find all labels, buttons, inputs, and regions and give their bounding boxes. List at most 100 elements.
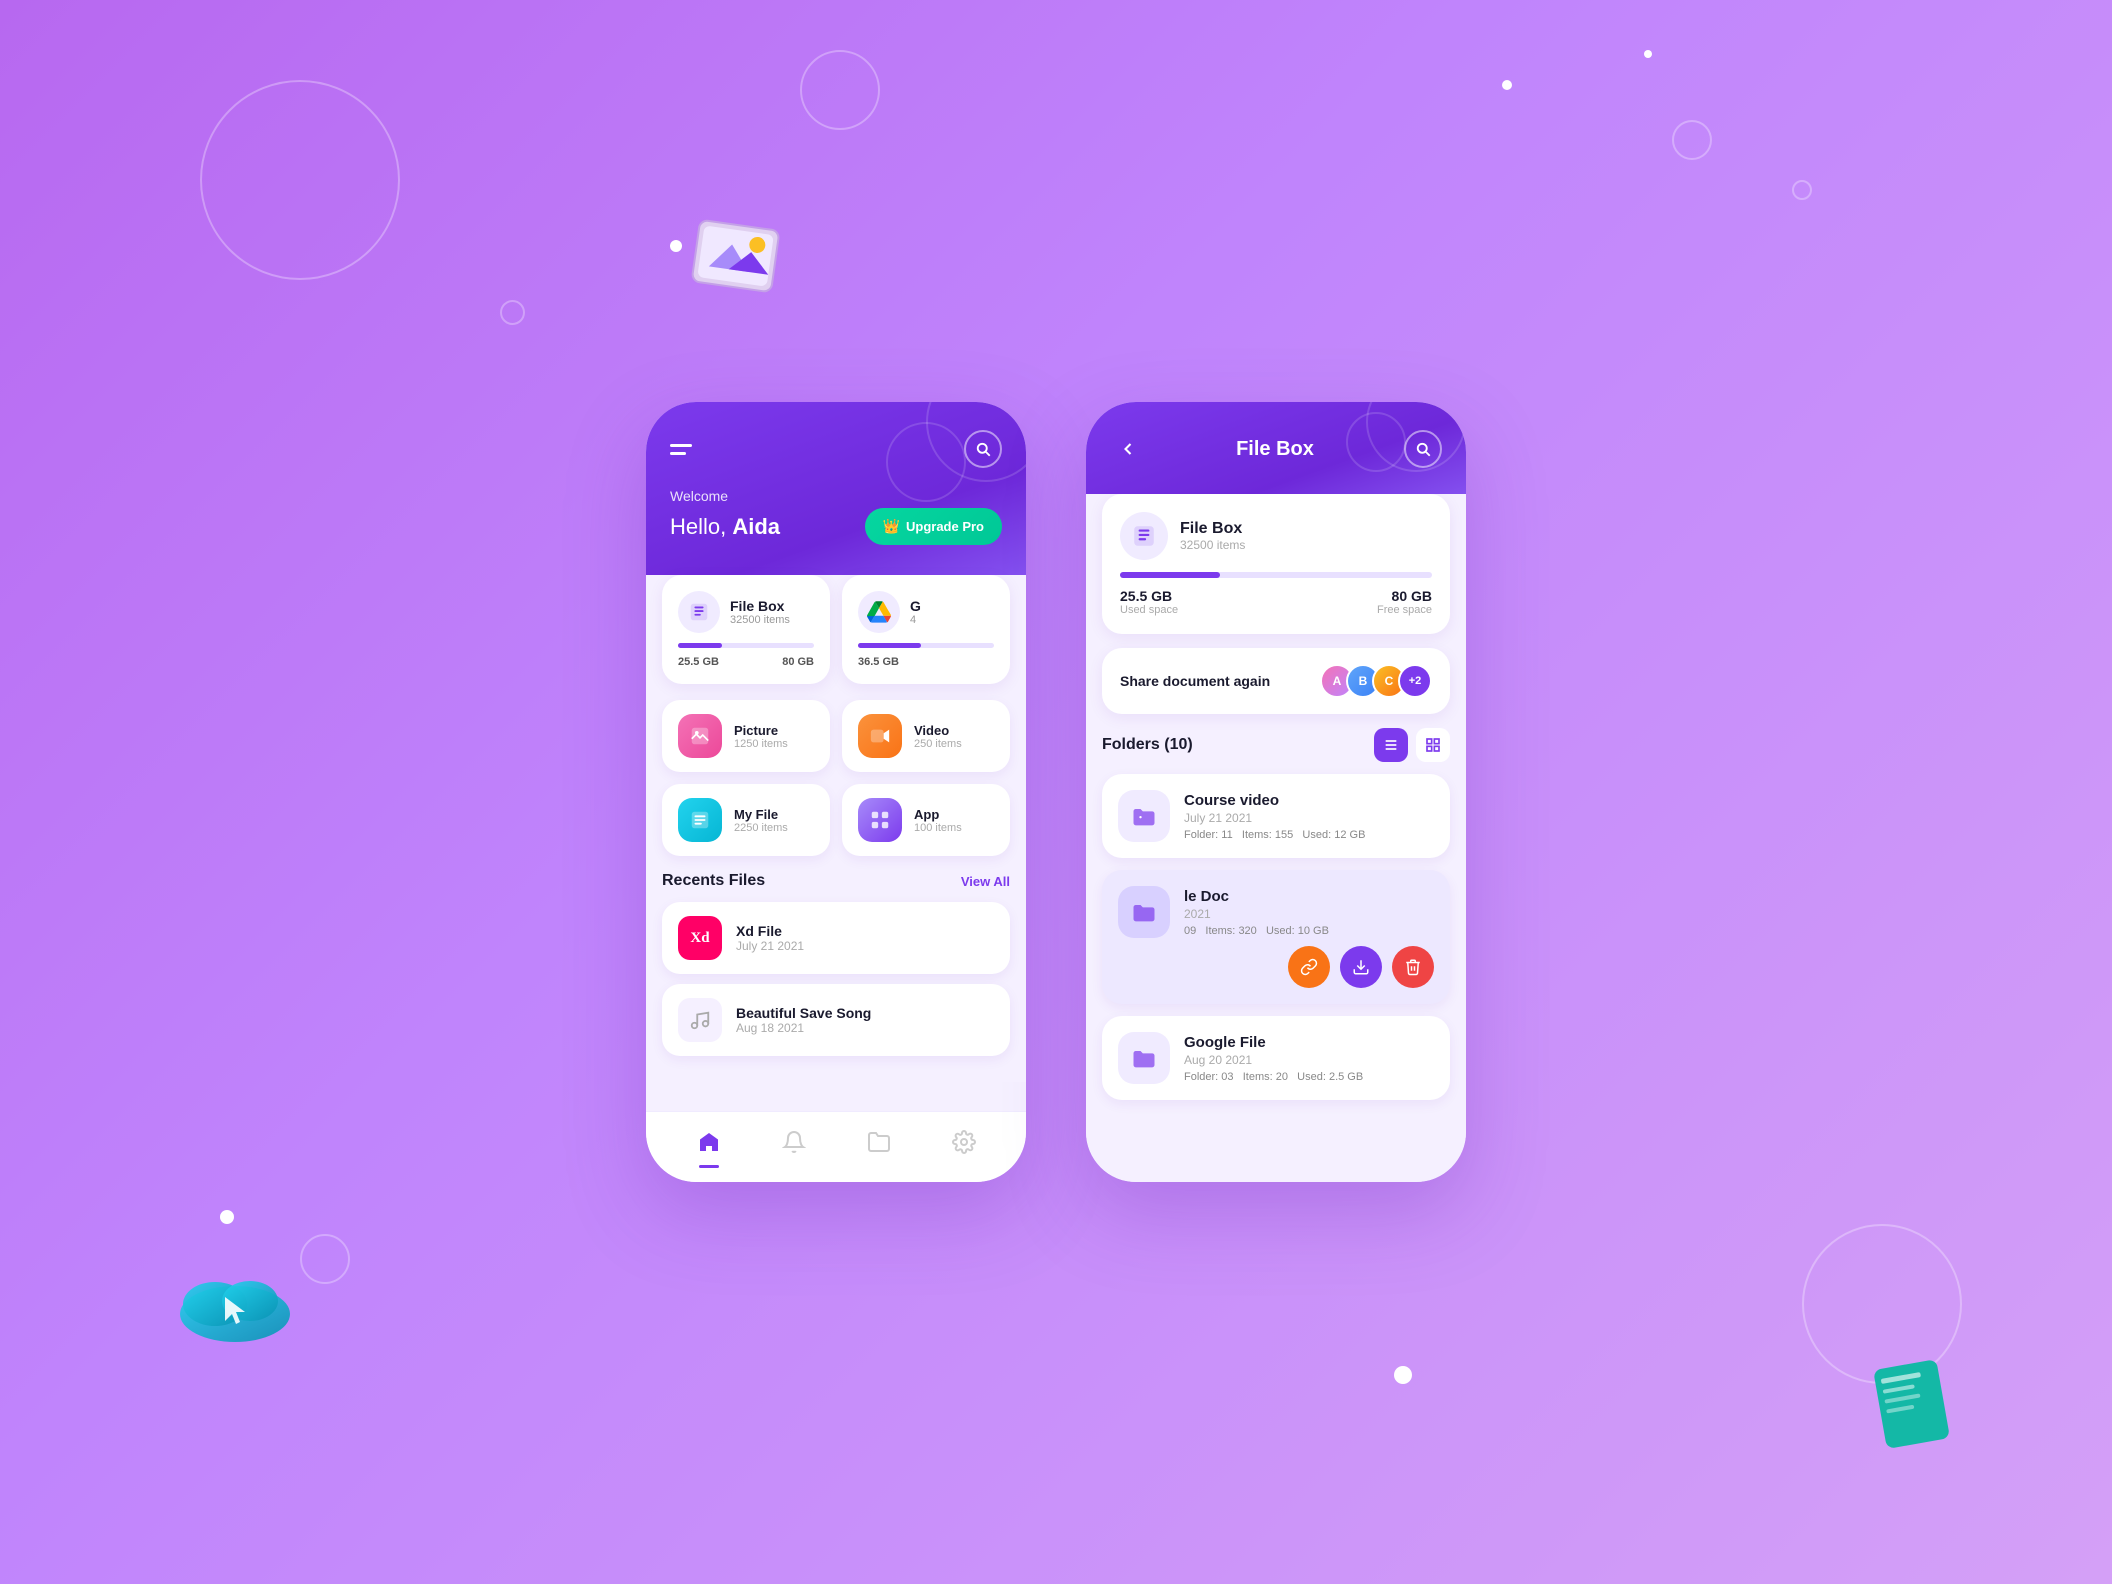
song-file-date: Aug 18 2021 bbox=[736, 1021, 871, 1035]
menu-icon[interactable] bbox=[670, 444, 692, 455]
home-icon bbox=[697, 1130, 721, 1160]
folder-1-name: Course video bbox=[1184, 792, 1365, 809]
folder-google-file-details: Google File Aug 20 2021 Folder: 03 Items… bbox=[1184, 1034, 1363, 1083]
page-title: File Box bbox=[1236, 438, 1314, 461]
phones-container: Welcome Hello, Aida 👑 Upgrade Pro bbox=[646, 402, 1466, 1182]
storage-bar-bg bbox=[678, 643, 814, 648]
filebox-name: File Box bbox=[1180, 520, 1245, 538]
category-myfile[interactable]: My File 2250 items bbox=[662, 784, 830, 856]
folder-icon-3 bbox=[1118, 1032, 1170, 1084]
myfile-info: My File 2250 items bbox=[734, 807, 788, 834]
avatars-row: A B C +2 bbox=[1328, 664, 1432, 698]
used-value: 25.5 GB bbox=[1120, 588, 1178, 604]
xd-file-name: Xd File bbox=[736, 923, 804, 939]
nav-settings[interactable] bbox=[940, 1126, 988, 1164]
left-phone-body: File Box 32500 items 25.5 GB 80 GB bbox=[646, 575, 1026, 1082]
filebox-storage-card[interactable]: File Box 32500 items 25.5 GB 80 GB bbox=[662, 575, 830, 684]
hello-row: Hello, Aida 👑 Upgrade Pro bbox=[670, 508, 1002, 545]
gdrive-icon bbox=[858, 591, 900, 633]
filebox-count: 32500 items bbox=[1180, 538, 1245, 552]
video-count: 250 items bbox=[914, 738, 962, 750]
gear-icon bbox=[952, 1130, 976, 1160]
category-video[interactable]: Video 250 items bbox=[842, 700, 1010, 772]
gdrive-sizes: 36.5 GB bbox=[858, 656, 994, 668]
folder-google-file-main: Google File Aug 20 2021 Folder: 03 Items… bbox=[1118, 1032, 1434, 1084]
list-view-toggle[interactable] bbox=[1374, 728, 1408, 762]
video-icon bbox=[858, 714, 902, 758]
used-gb: 25.5 GB bbox=[678, 656, 719, 668]
avatar-extra-count: +2 bbox=[1398, 664, 1432, 698]
gdrive-bar-bg bbox=[858, 643, 994, 648]
filebox-text: File Box 32500 items bbox=[1180, 520, 1245, 552]
share-text: Share document again bbox=[1120, 673, 1270, 689]
image-decoration bbox=[685, 214, 785, 306]
filebox-icon-wrap bbox=[1120, 512, 1168, 560]
delete-action-button[interactable] bbox=[1392, 946, 1434, 988]
category-grid: Picture 1250 items Video 250 items bbox=[662, 700, 1010, 856]
crown-icon: 👑 bbox=[883, 518, 900, 535]
folder-course-video-details: Course video July 21 2021 Folder: 11 Ite… bbox=[1184, 792, 1365, 841]
app-count: 100 items bbox=[914, 822, 962, 834]
recent-file-xd[interactable]: Xd Xd File July 21 2021 bbox=[662, 902, 1010, 974]
nav-home[interactable] bbox=[685, 1126, 733, 1164]
folders-title: Folders (10) bbox=[1102, 736, 1193, 754]
download-action-button[interactable] bbox=[1340, 946, 1382, 988]
bottom-nav bbox=[646, 1111, 1026, 1182]
nav-files[interactable] bbox=[855, 1126, 903, 1164]
app-name: App bbox=[914, 807, 962, 822]
folder-le-doc-details: le Doc 2021 09 Items: 320 Used: 10 GB bbox=[1184, 888, 1329, 937]
filebox-sizes: 25.5 GB Used space 80 GB Free space bbox=[1120, 588, 1432, 616]
category-picture[interactable]: Picture 1250 items bbox=[662, 700, 830, 772]
nav-notifications[interactable] bbox=[770, 1126, 818, 1164]
music-file-icon bbox=[678, 998, 722, 1042]
folder-2-name: le Doc bbox=[1184, 888, 1329, 905]
recents-title: Recents Files bbox=[662, 872, 765, 890]
filebox-card[interactable]: File Box 32500 items 25.5 GB Used space … bbox=[1102, 494, 1450, 634]
hello-name: Hello, Aida bbox=[670, 514, 780, 540]
folder-1-date: July 21 2021 bbox=[1184, 811, 1365, 825]
gdrive-used: 36.5 GB bbox=[858, 656, 899, 668]
folder-google-file[interactable]: Google File Aug 20 2021 Folder: 03 Items… bbox=[1102, 1016, 1450, 1100]
header-top-row bbox=[670, 430, 1002, 468]
upgrade-button[interactable]: 👑 Upgrade Pro bbox=[865, 508, 1002, 545]
recent-file-song[interactable]: Beautiful Save Song Aug 18 2021 bbox=[662, 984, 1010, 1056]
filebox-bar-bg bbox=[1120, 572, 1432, 578]
folder-actions bbox=[1118, 946, 1434, 988]
grid-view-toggle[interactable] bbox=[1416, 728, 1450, 762]
folder-3-meta: Folder: 03 Items: 20 Used: 2.5 GB bbox=[1184, 1071, 1363, 1083]
bell-icon bbox=[782, 1130, 806, 1160]
search-button[interactable] bbox=[964, 430, 1002, 468]
song-file-info: Beautiful Save Song Aug 18 2021 bbox=[736, 1005, 871, 1035]
storage-sizes: 25.5 GB 80 GB bbox=[678, 656, 814, 668]
view-all-link[interactable]: View All bbox=[961, 874, 1010, 889]
share-card[interactable]: Share document again A B C +2 bbox=[1102, 648, 1450, 714]
gdrive-subtitle: 4 bbox=[910, 614, 921, 626]
folder-3-name: Google File bbox=[1184, 1034, 1363, 1051]
xd-file-date: July 21 2021 bbox=[736, 939, 804, 953]
view-toggle bbox=[1374, 728, 1450, 762]
gdrive-storage-card[interactable]: G 4 36.5 GB bbox=[842, 575, 1010, 684]
storage-info: File Box 32500 items bbox=[730, 598, 790, 626]
filebox-card-header: File Box 32500 items bbox=[1120, 512, 1432, 560]
gdrive-title: G bbox=[910, 598, 921, 614]
category-app[interactable]: App 100 items bbox=[842, 784, 1010, 856]
right-search-button[interactable] bbox=[1404, 430, 1442, 468]
gdrive-info: G 4 bbox=[910, 598, 921, 626]
back-button[interactable] bbox=[1110, 431, 1146, 467]
picture-name: Picture bbox=[734, 723, 788, 738]
folder-course-video[interactable]: Course video July 21 2021 Folder: 11 Ite… bbox=[1102, 774, 1450, 858]
link-action-button[interactable] bbox=[1288, 946, 1330, 988]
free-label: Free space bbox=[1377, 604, 1432, 616]
gdrive-bar-fill bbox=[858, 643, 921, 648]
free-value: 80 GB bbox=[1392, 588, 1432, 604]
size-used: 25.5 GB Used space bbox=[1120, 588, 1178, 616]
size-free: 80 GB Free space bbox=[1377, 588, 1432, 616]
folder-icon-2 bbox=[1118, 886, 1170, 938]
folder-3-date: Aug 20 2021 bbox=[1184, 1053, 1363, 1067]
folder-le-doc-main: le Doc 2021 09 Items: 320 Used: 10 GB bbox=[1118, 886, 1434, 938]
folder-course-video-main: Course video July 21 2021 Folder: 11 Ite… bbox=[1118, 790, 1434, 842]
folder-le-doc[interactable]: le Doc 2021 09 Items: 320 Used: 10 GB bbox=[1102, 870, 1450, 1004]
folder-2-date: 2021 bbox=[1184, 907, 1329, 921]
folders-header: Folders (10) bbox=[1102, 728, 1450, 762]
storage-card-header: File Box 32500 items bbox=[678, 591, 814, 633]
